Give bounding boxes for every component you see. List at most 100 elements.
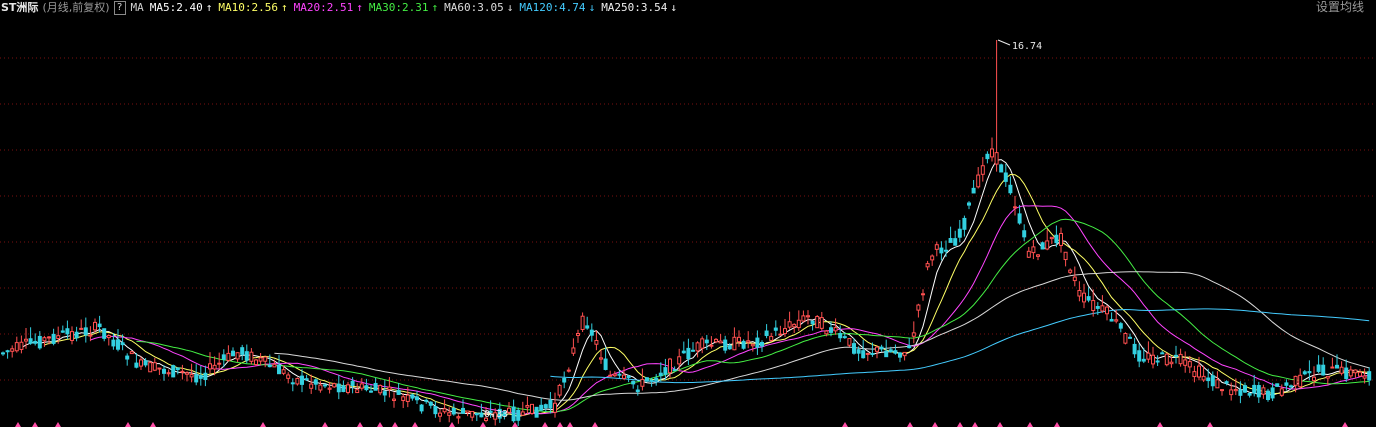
candle-body[interactable] [24, 338, 28, 342]
candle-body[interactable] [212, 364, 217, 370]
candle-body[interactable] [672, 369, 677, 372]
candle-body[interactable] [727, 345, 732, 350]
candle-body[interactable] [249, 351, 254, 362]
candle-body[interactable] [856, 349, 861, 354]
candle-body[interactable] [1022, 230, 1027, 238]
candle-body[interactable] [635, 389, 640, 393]
candle-body[interactable] [465, 410, 470, 414]
candle-body[interactable] [1086, 296, 1091, 301]
candle-body[interactable] [530, 403, 534, 414]
candle-body[interactable] [539, 404, 544, 411]
candlesticks[interactable] [1, 40, 1372, 427]
candle-body[interactable] [1109, 318, 1114, 322]
event-marker-icon[interactable] [32, 422, 38, 427]
candle-body[interactable] [129, 351, 134, 355]
candle-body[interactable] [700, 338, 705, 349]
candle-body[interactable] [451, 407, 456, 415]
candle-body[interactable] [783, 328, 787, 334]
candle-body[interactable] [1206, 377, 1211, 382]
candle-body[interactable] [925, 263, 930, 268]
candle-body[interactable] [1183, 359, 1188, 366]
candle-body[interactable] [847, 338, 852, 346]
candle-body[interactable] [1160, 352, 1165, 355]
candle-body[interactable] [773, 327, 778, 331]
candle-body[interactable] [1201, 375, 1206, 381]
candle-body[interactable] [985, 153, 990, 160]
candle-body[interactable] [764, 330, 769, 337]
candle-body[interactable] [622, 374, 626, 379]
candle-body[interactable] [258, 357, 263, 362]
candle-body[interactable] [56, 335, 61, 339]
candle-body[interactable] [51, 333, 56, 344]
candle-body[interactable] [898, 352, 902, 358]
candle-body[interactable] [1095, 306, 1100, 309]
candle-body[interactable] [433, 406, 438, 415]
candle-body[interactable] [10, 348, 15, 352]
candle-body[interactable] [1114, 319, 1119, 322]
event-marker-icon[interactable] [322, 422, 328, 427]
event-marker-icon[interactable] [1054, 422, 1060, 427]
candle-body[interactable] [511, 406, 516, 422]
candle-body[interactable] [74, 331, 79, 339]
candle-body[interactable] [1063, 251, 1068, 261]
candle-body[interactable] [1312, 376, 1316, 382]
candle-body[interactable] [645, 377, 649, 382]
candle-body[interactable] [300, 375, 304, 385]
candle-body[interactable] [801, 315, 806, 322]
candle-body[interactable] [617, 373, 622, 376]
candle-body[interactable] [1284, 382, 1289, 386]
candle-body[interactable] [741, 340, 746, 349]
candle-body[interactable] [1247, 393, 1252, 396]
candle-body[interactable] [571, 347, 576, 354]
candle-body[interactable] [999, 164, 1004, 173]
event-marker-icon[interactable] [957, 422, 963, 427]
candle-body[interactable] [884, 350, 889, 358]
candle-body[interactable] [42, 337, 47, 342]
candle-body[interactable] [1293, 375, 1298, 386]
candle-body[interactable] [1151, 354, 1155, 365]
candle-body[interactable] [543, 404, 548, 409]
candle-body[interactable] [796, 319, 801, 329]
candle-body[interactable] [396, 389, 401, 395]
candle-body[interactable] [861, 350, 866, 359]
candle-body[interactable] [102, 328, 107, 339]
candle-body[interactable] [1256, 385, 1261, 398]
candle-body[interactable] [295, 377, 300, 385]
candle-body[interactable] [1031, 246, 1036, 254]
candle-body[interactable] [277, 364, 281, 375]
candle-body[interactable] [1040, 242, 1045, 250]
candle-body[interactable] [1261, 387, 1266, 395]
candle-body[interactable] [737, 336, 741, 343]
candle-body[interactable] [640, 378, 645, 387]
candle-body[interactable] [70, 331, 74, 341]
candle-body[interactable] [479, 412, 484, 418]
candle-body[interactable] [1330, 366, 1335, 369]
candle-body[interactable] [1123, 333, 1128, 344]
candle-body[interactable] [1358, 371, 1362, 377]
candle-body[interactable] [290, 382, 295, 385]
candle-body[interactable] [332, 383, 337, 388]
candle-body[interactable] [953, 238, 958, 246]
candle-body[interactable] [336, 383, 341, 393]
candle-body[interactable] [162, 368, 166, 374]
candle-body[interactable] [1141, 358, 1146, 362]
event-marker-icon[interactable] [557, 422, 563, 427]
help-button[interactable]: ? [113, 1, 126, 15]
candle-body[interactable] [415, 396, 419, 401]
candle-body[interactable] [143, 360, 148, 366]
candle-body[interactable] [1036, 254, 1040, 257]
event-marker-icon[interactable] [412, 422, 418, 427]
candle-body[interactable] [116, 339, 120, 350]
candle-body[interactable] [1266, 390, 1270, 401]
event-marker-icon[interactable] [377, 422, 383, 427]
candle-body[interactable] [323, 384, 327, 387]
candle-body[interactable] [842, 336, 847, 339]
candle-body[interactable] [419, 404, 424, 412]
candle-body[interactable] [829, 327, 833, 333]
candle-body[interactable] [681, 350, 686, 354]
candle-body[interactable] [1026, 250, 1031, 258]
candle-body[interactable] [438, 412, 442, 417]
candle-body[interactable] [755, 337, 760, 348]
candle-body[interactable] [1289, 385, 1293, 388]
candle-body[interactable] [778, 333, 783, 336]
